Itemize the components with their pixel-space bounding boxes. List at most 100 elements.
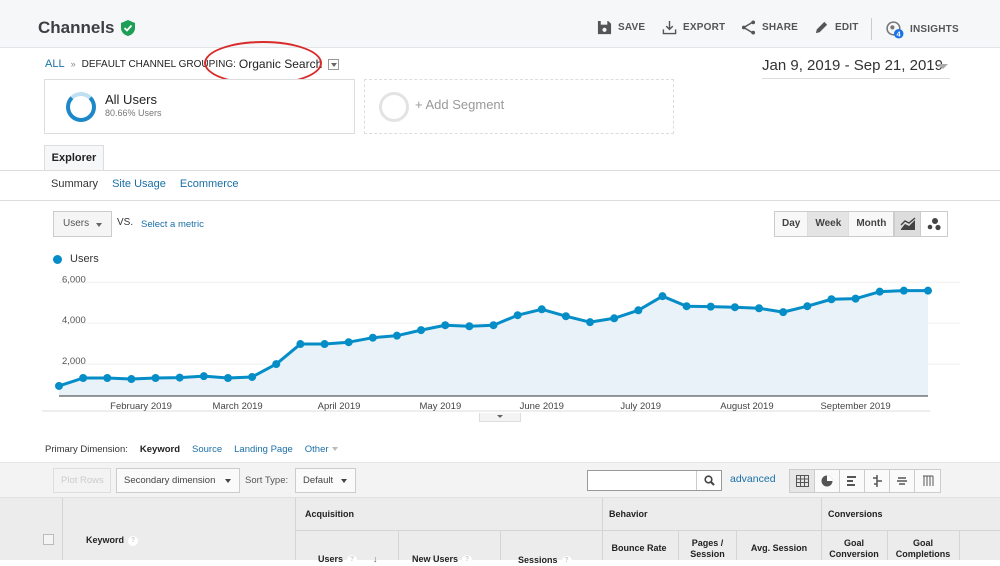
column-header-pages-session[interactable]: Pages / Session	[679, 538, 736, 560]
table-toolbar: Plot Rows Secondary dimension Sort Type:…	[0, 462, 1000, 498]
col-divider	[398, 530, 399, 560]
data-point	[682, 302, 691, 311]
column-header-avg-session[interactable]: Avg. Session	[737, 543, 821, 554]
group-divider	[295, 530, 1000, 531]
data-point	[489, 321, 498, 330]
save-button[interactable]: SAVE	[597, 20, 645, 35]
granularity-day-button[interactable]: Day	[775, 212, 809, 236]
sessions-header-label: Sessions	[518, 555, 558, 565]
breadcrumb-separator: »	[70, 59, 76, 69]
data-point	[706, 302, 715, 311]
comparison-view-button[interactable]	[865, 470, 890, 492]
search-button[interactable]	[696, 471, 721, 490]
new-users-header-label: New Users	[412, 554, 459, 564]
data-point	[392, 331, 401, 340]
col-divider	[62, 498, 63, 560]
select-metric-link[interactable]: Select a metric	[141, 219, 204, 230]
comparison-icon	[873, 475, 882, 487]
vs-label: VS.	[117, 217, 134, 228]
data-table-view-button[interactable]	[790, 470, 815, 492]
column-header-keyword[interactable]: Keyword?	[86, 535, 139, 546]
table-view-toggle	[789, 469, 941, 493]
data-point	[441, 321, 450, 330]
term-cloud-icon	[897, 477, 907, 485]
date-range-picker[interactable]: Jan 9, 2019 - Sep 21, 2019	[762, 57, 950, 79]
sort-descending-icon: ↓	[373, 554, 378, 564]
edit-button[interactable]: EDIT	[814, 20, 859, 35]
data-point	[151, 374, 160, 382]
add-segment-button[interactable]: + Add Segment	[364, 79, 674, 134]
dimension-source[interactable]: Source	[192, 444, 222, 455]
table-search-input[interactable]	[588, 471, 693, 489]
insights-label: INSIGHTS	[910, 24, 959, 35]
subtab-ecommerce[interactable]: Ecommerce	[180, 178, 239, 190]
dimension-other-label: Other	[304, 444, 329, 455]
breadcrumb-all-link[interactable]: ALL	[45, 58, 65, 70]
segment-ring-icon	[66, 92, 96, 122]
x-tick-label: April 2019	[318, 401, 361, 412]
data-point	[779, 308, 788, 317]
x-tick-label: May 2019	[420, 401, 462, 412]
advanced-filter-link[interactable]: advanced	[730, 473, 776, 485]
data-point	[199, 372, 208, 381]
export-label: EXPORT	[683, 22, 726, 33]
granularity-month-button[interactable]: Month	[849, 212, 894, 236]
data-point	[344, 338, 353, 347]
segment-all-users[interactable]: All Users 80.66% Users	[44, 79, 355, 134]
metric-select[interactable]: Users	[53, 211, 112, 237]
subtab-site-usage[interactable]: Site Usage	[112, 178, 166, 190]
sort-type-select[interactable]: Default	[295, 468, 356, 493]
term-cloud-view-button[interactable]	[890, 470, 915, 492]
plot-rows-button[interactable]: Plot Rows	[53, 468, 111, 493]
search-icon	[703, 475, 715, 486]
bar-chart-icon	[847, 476, 856, 486]
explorer-subtabs: Summary Site Usage Ecommerce	[51, 178, 239, 190]
y-tick-label: 4,000	[62, 315, 86, 326]
data-point	[755, 304, 764, 313]
performance-view-button[interactable]	[840, 470, 865, 492]
granularity-toggle: Day Week Month	[774, 211, 895, 237]
data-point	[513, 311, 522, 320]
date-range-text: Jan 9, 2019 - Sep 21, 2019	[762, 57, 943, 74]
dimension-landing-page[interactable]: Landing Page	[234, 444, 293, 455]
column-header-sessions[interactable]: Sessions?	[518, 555, 572, 566]
motion-chart-button[interactable]	[921, 212, 947, 236]
chart-collapse-handle[interactable]	[479, 413, 521, 422]
insights-icon: 4	[886, 21, 904, 39]
data-point	[634, 306, 643, 315]
select-all-checkbox[interactable]	[43, 534, 54, 545]
column-header-bounce-rate[interactable]: Bounce Rate	[604, 543, 674, 554]
subtab-summary[interactable]: Summary	[51, 178, 98, 190]
pie-view-button[interactable]	[815, 470, 840, 492]
keyword-header-label: Keyword	[86, 535, 125, 545]
granularity-week-button[interactable]: Week	[808, 212, 850, 236]
data-point	[417, 326, 426, 335]
y-tick-label: 6,000	[62, 274, 86, 285]
x-tick-label: June 2019	[520, 401, 564, 412]
help-icon: ?	[561, 555, 572, 566]
secondary-dimension-select[interactable]: Secondary dimension	[116, 468, 240, 493]
data-point	[248, 372, 257, 381]
data-point	[175, 373, 184, 382]
users-area	[59, 290, 928, 396]
pivot-view-button[interactable]	[915, 470, 940, 492]
share-button[interactable]: SHARE	[741, 20, 798, 35]
data-point	[827, 295, 836, 304]
dimension-other[interactable]: Other	[305, 444, 338, 455]
dimension-keyword[interactable]: Keyword	[140, 444, 180, 455]
column-header-goal-completions[interactable]: Goal Completions	[888, 538, 958, 560]
column-header-goal-conversion[interactable]: Goal Conversion	[822, 538, 886, 560]
data-point	[296, 340, 305, 349]
segment-name: All Users	[105, 92, 158, 107]
x-tick-label: July 2019	[620, 401, 661, 412]
pie-chart-icon	[821, 475, 833, 487]
data-point	[320, 340, 329, 349]
line-chart-button[interactable]	[895, 212, 921, 236]
channel-dropdown-button[interactable]	[328, 58, 340, 70]
export-button[interactable]: EXPORT	[662, 20, 725, 35]
tab-explorer[interactable]: Explorer	[44, 145, 104, 171]
insights-button[interactable]: 4 INSIGHTS	[885, 20, 959, 39]
legend-users-dot	[53, 254, 62, 264]
pivot-icon	[922, 475, 933, 486]
col-divider	[959, 530, 960, 560]
